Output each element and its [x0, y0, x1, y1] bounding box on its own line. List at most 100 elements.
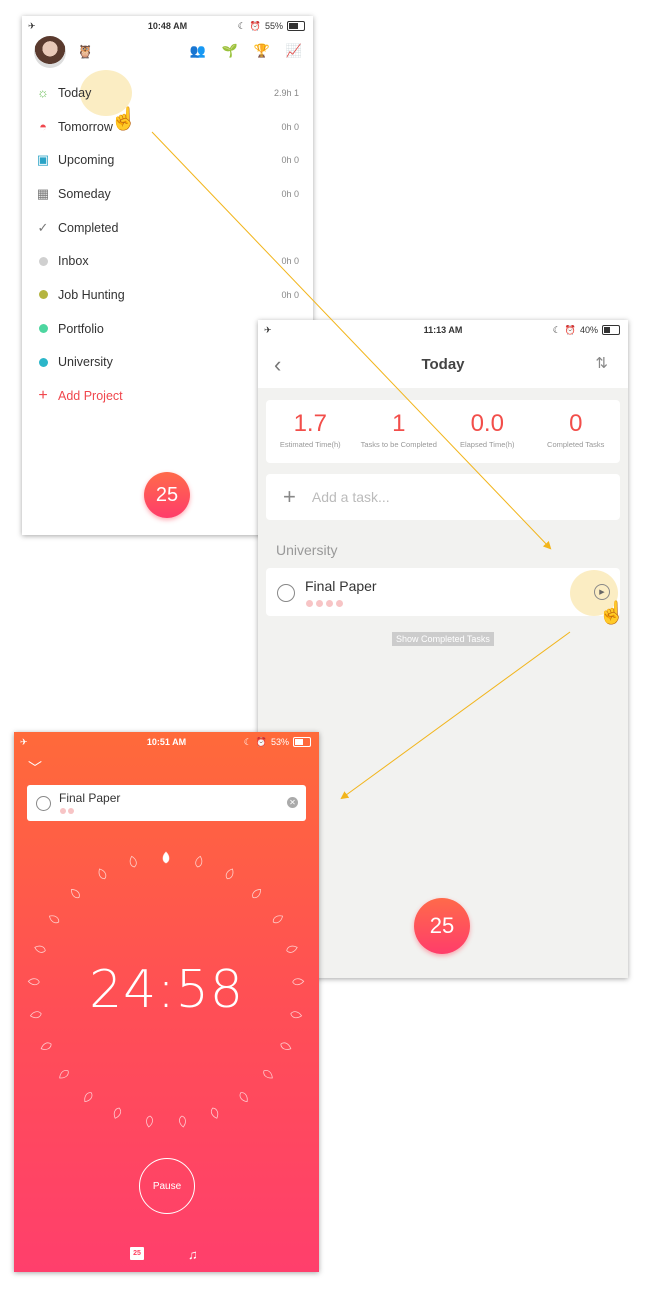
timer-display: 24:58: [89, 960, 244, 1020]
add-project-label: Add Project: [58, 389, 123, 404]
menu-item-upcoming[interactable]: ▣ Upcoming 0h 0: [22, 143, 313, 177]
sprout-icon[interactable]: 🌱: [221, 42, 239, 60]
calendar-grid-icon: ▦: [36, 185, 50, 201]
status-bar: ✈ 11:13 AM ☾ ⏰ 40%: [258, 320, 628, 340]
owl-icon[interactable]: 🦉: [77, 44, 93, 60]
alarm-icon: ⏰: [249, 20, 261, 31]
pomodoro-petal: [59, 1070, 69, 1079]
pomodoro-petal: [48, 915, 60, 924]
chart-icon[interactable]: 📈: [285, 42, 303, 60]
alarm-icon: ⏰: [564, 324, 576, 335]
sunset-icon: ◓: [39, 119, 47, 135]
status-bar: ✈ 10:48 AM ☾ ⏰ 55%: [22, 16, 313, 36]
menu-item-count: 0h 0: [281, 155, 299, 166]
show-completed-button[interactable]: Show Completed Tasks: [392, 632, 494, 646]
menu-item-label: Portfolio: [58, 321, 104, 336]
plus-icon: +: [283, 484, 296, 509]
stat-value: 1.7: [293, 410, 327, 437]
stat-label: Estimated Time(h): [279, 440, 341, 449]
pomodoro-fab[interactable]: 25: [414, 898, 470, 954]
menu-item-label: Completed: [58, 220, 119, 235]
battery-text: 55%: [264, 21, 283, 31]
pomodoro-petal: [225, 868, 234, 880]
menu-item-today[interactable]: ☼ Today 2.9h 1: [22, 76, 313, 110]
add-task-input[interactable]: + Add a task...: [266, 474, 620, 520]
menu-item-job-hunting[interactable]: Job Hunting 0h 0: [22, 278, 313, 312]
menu-item-count: 0h 0: [281, 121, 299, 132]
menu-item-someday[interactable]: ▦ Someday 0h 0: [22, 177, 313, 211]
pomodoro-petal: [252, 889, 261, 899]
stat-label: Completed Tasks: [547, 440, 605, 449]
battery-icon: [602, 325, 620, 335]
pomodoro-petal: [162, 851, 170, 864]
menu-item-label: Upcoming: [58, 153, 115, 168]
stat-value: 0: [569, 410, 583, 437]
page-title: Today: [421, 356, 465, 373]
pomodoro-petal: [210, 1107, 219, 1119]
pomodoro-petal: [34, 945, 46, 953]
calendar-icon: ▣: [36, 152, 50, 168]
menu-item-label: Someday: [58, 186, 111, 201]
play-icon[interactable]: ▶: [594, 584, 610, 600]
people-icon[interactable]: 👥: [189, 42, 207, 60]
battery-icon: [287, 21, 305, 31]
menu-item-completed[interactable]: ✓ Completed: [22, 211, 313, 245]
section-header: University: [276, 542, 338, 558]
pomodoro-petal: [84, 1092, 93, 1103]
trophy-icon[interactable]: 🏆: [253, 42, 271, 60]
menu-item-count: 0h 0: [281, 188, 299, 199]
menu-item-label: Inbox: [58, 254, 89, 269]
menu-item-label: Job Hunting: [58, 287, 125, 302]
stat-item: 0 Completed Tasks: [532, 400, 621, 463]
stat-value: 1: [392, 410, 406, 437]
stat-item: 1.7 Estimated Time(h): [266, 400, 355, 463]
pomodoro-petal: [40, 1042, 52, 1050]
pomodoro-petal: [286, 945, 298, 953]
pomodoro-petal: [280, 1042, 292, 1050]
menu-item-count: 0h 0: [281, 256, 299, 267]
calendar-icon[interactable]: 25: [130, 1247, 144, 1260]
pomodoro-petal: [179, 1115, 186, 1128]
menu-item-label: University: [58, 355, 113, 370]
stat-item: 1 Tasks to be Completed: [355, 400, 444, 463]
check-circle-icon: ✓: [37, 219, 49, 235]
pomodoro-petal: [71, 889, 80, 899]
dot-icon: [36, 355, 50, 369]
stats-card: 1.7 Estimated Time(h) 1 Tasks to be Complet…: [266, 400, 620, 463]
pomodoro-petal: [129, 855, 137, 868]
menu-item-tomorrow[interactable]: ◓ Tomorrow 0h 0: [22, 110, 313, 144]
stat-item: 0.0 Elapsed Time(h): [443, 400, 532, 463]
dot-icon: [36, 288, 50, 302]
pomodoro-petal: [113, 1107, 122, 1119]
menu-item-count: 2.9h 1: [273, 87, 299, 98]
pomodoro-petal: [98, 868, 107, 880]
moon-icon: ☾: [237, 20, 246, 31]
pomodoro-petal: [272, 915, 284, 924]
hand-pointer-icon: ☝: [110, 106, 138, 131]
task-actions: ▶: [266, 568, 620, 616]
add-task-placeholder: Add a task...: [311, 489, 390, 505]
dot-icon: [36, 254, 50, 268]
music-icon[interactable]: ♫: [188, 1247, 198, 1262]
pomodoro-petal: [263, 1070, 273, 1079]
pause-button[interactable]: Pause: [139, 1158, 195, 1214]
timer-screen: ✈ 10:51 AM ☾ ⏰ 53% ﹀ Final Paper ✕ 24:58…: [14, 732, 319, 1272]
menu-item-label: Tomorrow: [58, 119, 113, 134]
battery-text: 40%: [579, 325, 598, 335]
sort-icon[interactable]: ⇅: [595, 354, 608, 372]
sun-icon: ☼: [37, 85, 49, 101]
pomodoro-petal: [195, 855, 203, 868]
menu-item-inbox[interactable]: Inbox 0h 0: [22, 244, 313, 278]
avatar[interactable]: [34, 36, 66, 68]
pomodoro-fab[interactable]: 25: [144, 472, 190, 518]
pomodoro-petal: [239, 1092, 248, 1103]
stat-label: Tasks to be Completed: [360, 440, 437, 449]
plus-icon: +: [38, 387, 48, 405]
stat-label: Elapsed Time(h): [459, 440, 515, 449]
stat-value: 0.0: [470, 410, 504, 437]
menu-item-label: Today: [58, 85, 92, 100]
hand-pointer-icon: ☝: [598, 600, 626, 625]
header: ‹ Today ⇅: [258, 340, 628, 388]
pomodoro-petal: [146, 1115, 153, 1128]
moon-icon: ☾: [552, 324, 561, 335]
